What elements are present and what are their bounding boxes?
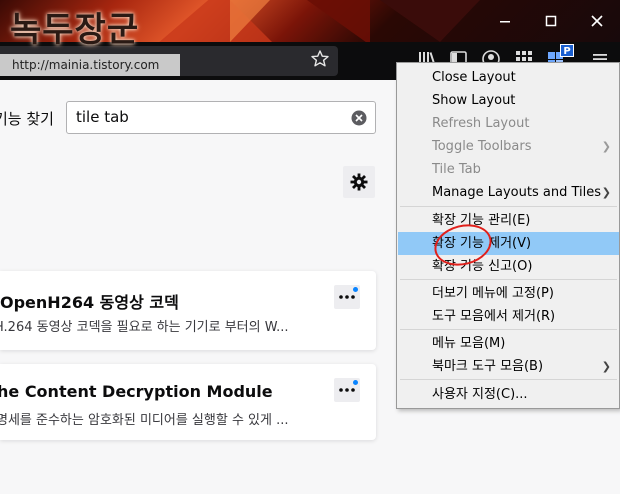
menu-item-pin-overflow[interactable]: 더보기 메뉴에 고정(P): [398, 282, 619, 305]
menu-item-report-extension[interactable]: 확장 기능 신고(O): [398, 255, 619, 278]
titlebar-decoration: [230, 0, 270, 42]
menu-item-label: 사용자 지정(C)...: [432, 387, 528, 402]
watermark: 녹두장군 http://mainia.tistory.com: [0, 0, 180, 80]
addon-title: OpenH264 동영상 코덱: [0, 293, 179, 312]
titlebar-decoration: [300, 0, 370, 42]
addon-description: 명세를 준수하는 암호화된 미디어를 실행할 수 있게 ...: [0, 413, 289, 428]
submenu-arrow-icon: ❯: [601, 140, 611, 153]
close-icon: [591, 15, 603, 27]
menu-item-customize[interactable]: 사용자 지정(C)...: [398, 383, 619, 406]
menu-item-remove-from-toolbar[interactable]: 도구 모음에서 제거(R): [398, 305, 619, 328]
menu-separator: [400, 329, 617, 330]
menu-item-label: Toggle Toolbars: [432, 139, 532, 154]
minimize-button[interactable]: [482, 0, 528, 42]
addon-card-widevine[interactable]: he Content Decryption Module 명세를 준수하는 암호…: [0, 364, 376, 440]
search-label: 기능 찾기: [0, 110, 54, 128]
menu-item-label: 북마크 도구 모음(B): [432, 359, 544, 374]
menu-item-label: Close Layout: [432, 70, 516, 85]
addon-card-openh264[interactable]: OpenH264 동영상 코덱 H.264 동영상 코덱을 필요로 하는 기기로…: [0, 271, 376, 350]
titlebar-decoration: [380, 0, 480, 42]
addon-description: H.264 동영상 코덱을 필요로 하는 기기로 부터의 W...: [0, 320, 289, 335]
menu-item-menu-bar[interactable]: 메뉴 모음(M): [398, 332, 619, 355]
minimize-icon: [500, 21, 510, 23]
search-input[interactable]: tile tab: [66, 101, 376, 134]
notification-dot: [353, 380, 358, 385]
menu-item-bookmarks-toolbar[interactable]: 북마크 도구 모음(B) ❯: [398, 355, 619, 378]
submenu-arrow-icon: ❯: [601, 360, 611, 373]
watermark-title: 녹두장군: [10, 10, 140, 50]
menu-item-label: 메뉴 모음(M): [432, 336, 506, 351]
menu-item-label: Manage Layouts and Tiles: [432, 185, 601, 200]
menu-item-remove-extension[interactable]: 확장 기능 제거(V): [398, 232, 619, 255]
tools-for-addons-button[interactable]: [343, 166, 375, 198]
menu-separator: [400, 379, 617, 380]
submenu-arrow-icon: ❯: [601, 186, 611, 199]
maximize-icon: [545, 15, 557, 27]
menu-separator: [400, 279, 617, 280]
menu-item-label: Tile Tab: [432, 162, 481, 177]
addon-title: he Content Decryption Module: [0, 382, 273, 401]
clear-search-icon[interactable]: [351, 110, 367, 126]
menu-item-manage-layouts[interactable]: Manage Layouts and Tiles ❯: [398, 181, 619, 204]
addon-more-options-button[interactable]: [334, 285, 360, 309]
more-dots-icon: [339, 295, 355, 299]
tile-tabs-badge: P: [560, 44, 574, 57]
menu-separator: [400, 206, 617, 207]
menu-item-tile-tab: Tile Tab: [398, 158, 619, 181]
gear-icon: [350, 173, 368, 191]
menu-item-label: 확장 기능 제거(V): [432, 236, 532, 251]
menu-item-label: 확장 기능 관리(E): [432, 213, 531, 228]
watermark-url: http://mainia.tistory.com: [0, 54, 180, 76]
window-controls: [482, 0, 620, 42]
menu-item-label: 더보기 메뉴에 고정(P): [432, 286, 554, 301]
more-dots-icon: [339, 388, 355, 392]
menu-item-label: Refresh Layout: [432, 116, 530, 131]
maximize-button[interactable]: [528, 0, 574, 42]
context-menu: Close Layout Show Layout Refresh Layout …: [396, 62, 620, 409]
search-input-value: tile tab: [76, 108, 129, 126]
menu-item-toggle-toolbars: Toggle Toolbars ❯: [398, 135, 619, 158]
menu-item-label: Show Layout: [432, 93, 516, 108]
bookmark-star-icon[interactable]: [310, 49, 330, 69]
menu-item-show-layout[interactable]: Show Layout: [398, 89, 619, 112]
addon-more-options-button[interactable]: [334, 378, 360, 402]
menu-item-label: 도구 모음에서 제거(R): [432, 309, 556, 324]
close-window-button[interactable]: [574, 0, 620, 42]
menu-item-close-layout[interactable]: Close Layout: [398, 66, 619, 89]
notification-dot: [353, 287, 358, 292]
menu-item-label: 확장 기능 신고(O): [432, 259, 533, 274]
menu-item-manage-extension[interactable]: 확장 기능 관리(E): [398, 209, 619, 232]
menu-item-refresh-layout: Refresh Layout: [398, 112, 619, 135]
